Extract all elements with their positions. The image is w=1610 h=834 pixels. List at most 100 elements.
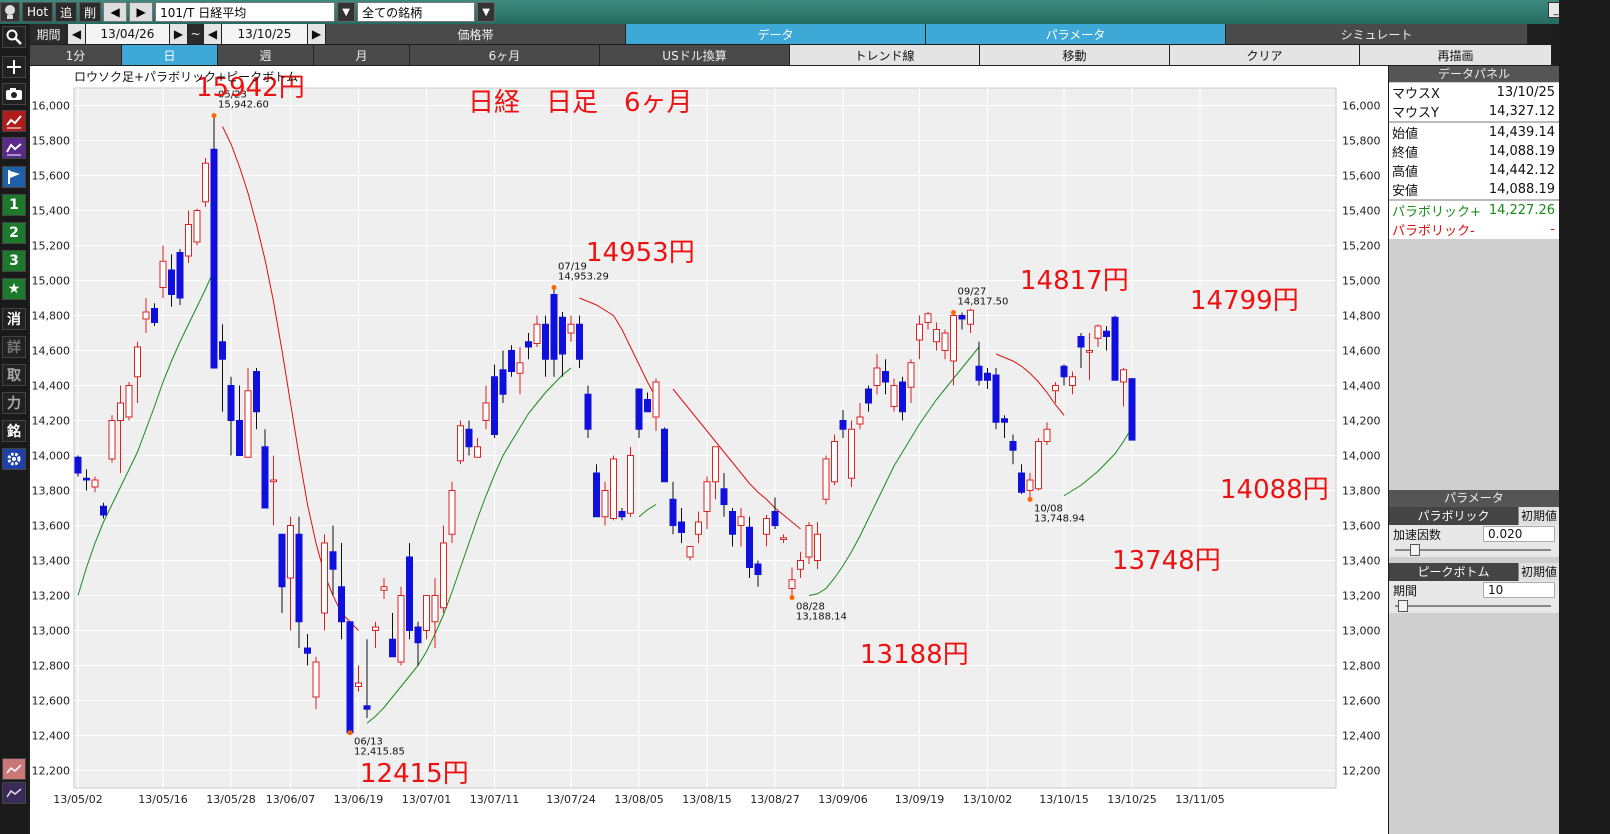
candle-body-down bbox=[168, 269, 175, 295]
delete-button[interactable]: 削 bbox=[79, 2, 102, 22]
candle-body-down bbox=[618, 511, 626, 518]
menu-parameter[interactable]: パラメータ bbox=[926, 24, 1226, 44]
take-button[interactable]: 取 bbox=[2, 364, 26, 386]
y-tick-label-right: 12,800 bbox=[1342, 660, 1381, 673]
flag-icon[interactable] bbox=[2, 166, 26, 188]
candle-body-up bbox=[907, 362, 915, 388]
hot-button[interactable]: Hot bbox=[22, 2, 54, 22]
chart-alt-icon[interactable] bbox=[2, 137, 26, 159]
parabolic-reset-button[interactable]: 初期値 bbox=[1518, 507, 1559, 525]
price-annotation: 13188円 bbox=[860, 640, 969, 670]
detail-button[interactable]: 詳 bbox=[2, 336, 26, 358]
candle-body-up bbox=[159, 260, 167, 288]
usd-convert-button[interactable]: USドル換算 bbox=[600, 45, 790, 65]
chart-area[interactable]: 12,200 12,200 12,400 12,400 12,600 12,600 12,8… bbox=[30, 66, 1388, 834]
accel-slider[interactable] bbox=[1389, 543, 1559, 557]
high-value: 14,442.12 bbox=[1488, 163, 1555, 178]
crosshair-icon[interactable] bbox=[2, 56, 26, 78]
tool-2-button[interactable]: 2 bbox=[2, 222, 26, 244]
candle-body-up bbox=[1086, 350, 1093, 353]
close-row: 終値 14,088.19 bbox=[1389, 142, 1559, 161]
candle-body-down bbox=[839, 420, 847, 430]
candle-body-up bbox=[287, 525, 294, 579]
star-button[interactable]: ★ bbox=[2, 278, 26, 300]
stock-button[interactable]: 銘 bbox=[2, 420, 26, 442]
filter-dropdown-arrow-icon[interactable]: ▼ bbox=[477, 2, 496, 22]
menu-price-band[interactable]: 価格帯 bbox=[326, 24, 626, 44]
end-prev-arrow[interactable]: ◀ bbox=[204, 24, 222, 44]
symbol-field[interactable]: 101/T 日経平均 bbox=[155, 2, 336, 22]
tf-month[interactable]: 月 bbox=[314, 45, 410, 65]
filter-dropdown-icon[interactable]: ▼ bbox=[337, 2, 356, 22]
accel-slider-thumb[interactable] bbox=[1409, 544, 1420, 556]
x-tick-label: 13/07/01 bbox=[402, 793, 451, 806]
menu-data[interactable]: データ bbox=[626, 24, 926, 44]
peak-bottom-value: 12,415.85 bbox=[354, 747, 405, 758]
end-next-arrow[interactable]: ▶ bbox=[308, 24, 326, 44]
clear-button[interactable]: クリア bbox=[1170, 45, 1360, 65]
candle-body-up bbox=[924, 313, 932, 323]
candle-body-down bbox=[550, 294, 558, 360]
end-date-field[interactable]: 13/10/25 bbox=[222, 24, 308, 44]
candle-body-down bbox=[729, 511, 736, 535]
candle-body-up bbox=[1026, 479, 1034, 491]
start-prev-arrow[interactable]: ◀ bbox=[68, 24, 86, 44]
next-symbol-button[interactable]: ▶ bbox=[129, 2, 154, 22]
candle-body-down bbox=[525, 341, 532, 348]
gear-icon[interactable] bbox=[2, 448, 26, 470]
data-panel-title: データパネル bbox=[1389, 66, 1559, 82]
open-label: 始値 bbox=[1392, 127, 1419, 142]
power-button[interactable]: 力 bbox=[2, 392, 26, 414]
candle-body-down bbox=[576, 323, 583, 360]
open-value: 14,439.14 bbox=[1488, 125, 1555, 140]
camera-icon[interactable] bbox=[2, 83, 26, 105]
period-param-field[interactable]: 10 bbox=[1483, 582, 1555, 598]
search-icon[interactable] bbox=[2, 26, 26, 48]
chart-icon[interactable] bbox=[2, 110, 26, 132]
prev-symbol-button[interactable]: ◀ bbox=[103, 2, 128, 22]
y-tick-label-left: 15,800 bbox=[32, 135, 71, 148]
accel-row: 加速因数 0.020 bbox=[1389, 525, 1559, 543]
tool-3-button[interactable]: 3 bbox=[2, 250, 26, 272]
tf-6month[interactable]: 6ヶ月 bbox=[410, 45, 600, 65]
period-slider-thumb[interactable] bbox=[1397, 600, 1408, 612]
chart-thumb-icon[interactable] bbox=[2, 758, 26, 780]
tf-day[interactable]: 日 bbox=[122, 45, 218, 65]
candle-body-down bbox=[414, 626, 422, 644]
redraw-button[interactable]: 再描画 bbox=[1360, 45, 1552, 65]
candle-body-up bbox=[805, 525, 813, 558]
left-toolbar: 1 2 3 ★ 消 詳 取 力 銘 bbox=[0, 24, 28, 834]
candle-body-up bbox=[933, 329, 940, 343]
period-slider[interactable] bbox=[1389, 599, 1559, 613]
tool-1-button[interactable]: 1 bbox=[2, 194, 26, 216]
y-tick-label-right: 13,600 bbox=[1342, 520, 1381, 533]
y-tick-label-left: 12,400 bbox=[32, 730, 71, 743]
add-button[interactable]: 追 bbox=[55, 2, 78, 22]
candle-body-down bbox=[644, 399, 651, 413]
accel-field[interactable]: 0.020 bbox=[1483, 526, 1555, 542]
parabolic-tab-label[interactable]: パラボリック bbox=[1389, 507, 1518, 525]
menu-simulate[interactable]: シミュレート bbox=[1226, 24, 1528, 44]
candle-body-down bbox=[465, 428, 473, 448]
candle-body-up bbox=[610, 458, 617, 519]
trendline-button[interactable]: トレンド線 bbox=[790, 45, 980, 65]
candlestick-chart[interactable]: 12,200 12,200 12,400 12,400 12,600 12,600 12,8… bbox=[30, 66, 1388, 834]
move-button[interactable]: 移動 bbox=[980, 45, 1170, 65]
x-tick-label: 13/05/16 bbox=[138, 793, 187, 806]
chart-thumb-alt-icon[interactable] bbox=[2, 782, 26, 804]
start-next-arrow[interactable]: ▶ bbox=[170, 24, 188, 44]
peak-bottom-reset-button[interactable]: 初期値 bbox=[1518, 563, 1559, 581]
y-tick-label-left: 13,800 bbox=[32, 485, 71, 498]
candle-body-up bbox=[117, 402, 124, 421]
candle-body-up bbox=[1120, 369, 1127, 383]
peak-bottom-tab-label[interactable]: ピークボトム bbox=[1389, 563, 1518, 581]
x-tick-label: 13/09/19 bbox=[895, 793, 944, 806]
candle-body-up bbox=[312, 661, 320, 698]
erase-button[interactable]: 消 bbox=[2, 308, 26, 330]
tf-1min[interactable]: 1分 bbox=[30, 45, 122, 65]
tf-week[interactable]: 週 bbox=[218, 45, 314, 65]
bulb-icon[interactable] bbox=[0, 2, 20, 22]
x-tick-label: 13/09/06 bbox=[818, 793, 867, 806]
start-date-field[interactable]: 13/04/26 bbox=[86, 24, 170, 44]
filter-field[interactable]: 全ての銘柄 bbox=[357, 2, 476, 22]
